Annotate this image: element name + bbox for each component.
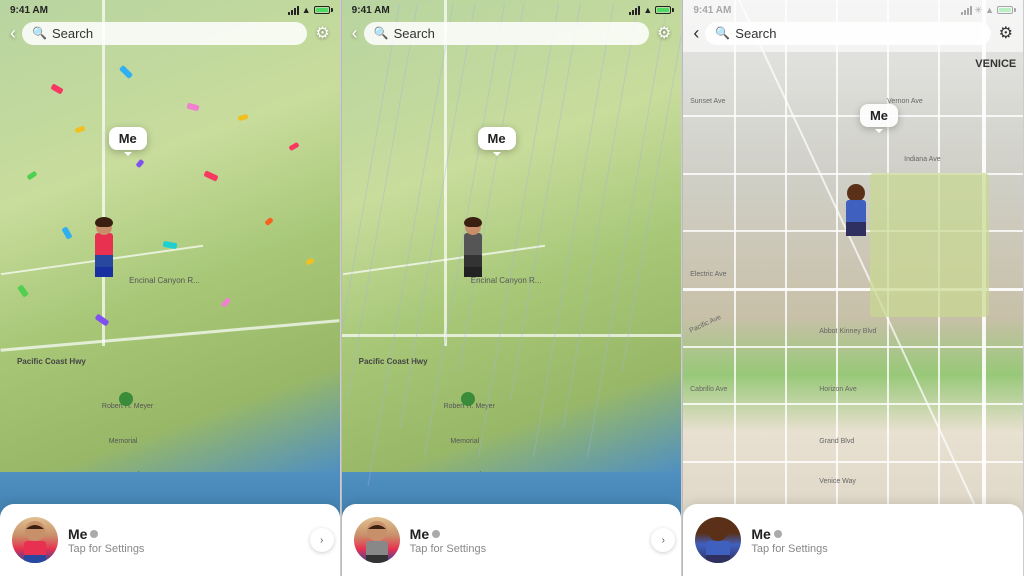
search-icon-1: 🔍: [32, 26, 47, 40]
map-avatar-1: [95, 219, 113, 277]
street-label-sunset: Sunset Ave: [690, 98, 725, 105]
map-3[interactable]: Sunset Ave Vernon Ave Indiana Ave Electr…: [683, 0, 1023, 576]
scroll-indicator-2[interactable]: ›: [651, 528, 675, 552]
park-label-5: Memorial: [450, 438, 479, 445]
back-button-2[interactable]: ‹: [352, 23, 358, 44]
avatar-3: [695, 517, 741, 563]
back-button-3[interactable]: ‹: [693, 23, 699, 44]
card-name-1: Me: [68, 526, 328, 542]
map-avatar-3: [846, 184, 866, 236]
header-2: ‹ 🔍 Search ⚙: [342, 0, 682, 52]
me-tooltip-2: Me: [478, 127, 516, 150]
search-text-3: Search: [735, 26, 776, 41]
road-label-3: Encinal Canyon R...: [471, 276, 542, 285]
bottom-card-1: Me Tap for Settings ›: [0, 504, 340, 576]
street-label-electric: Electric Ave: [690, 271, 726, 278]
card-info-2: Me Tap for Settings: [410, 526, 670, 555]
back-button-1[interactable]: ‹: [10, 23, 16, 44]
bottom-card-3: Me Tap for Settings: [683, 504, 1023, 576]
tree-2: [461, 392, 475, 406]
me-tooltip-1: Me: [109, 127, 147, 150]
verified-dot-2: [432, 530, 440, 538]
street-label-cabrillo: Cabrillo Ave: [690, 386, 727, 393]
verified-dot-1: [90, 530, 98, 538]
road-label-1: Encinal Canyon R...: [129, 276, 200, 285]
tree-1: [119, 392, 133, 406]
search-bar-3[interactable]: 🔍 Search: [705, 22, 990, 45]
street-label-grand: Grand Blvd: [819, 438, 854, 445]
card-info-3: Me Tap for Settings: [751, 526, 1011, 555]
card-name-2: Me: [410, 526, 670, 542]
search-icon-3: 🔍: [715, 26, 730, 40]
header-1: ‹ 🔍 Search ⚙: [0, 0, 340, 52]
street-label-abbot: Abbot Kinney Blvd: [819, 328, 876, 335]
street-label-indiana: Indiana Ave: [904, 156, 940, 163]
search-bar-1[interactable]: 🔍 Search: [22, 22, 307, 45]
street-label-pacific: Pacific Ave: [689, 314, 723, 335]
card-sub-3[interactable]: Tap for Settings: [751, 543, 1011, 555]
verified-dot-3: [774, 530, 782, 538]
card-sub-1[interactable]: Tap for Settings: [68, 543, 328, 555]
park-label-2: Memorial: [109, 438, 138, 445]
map-2[interactable]: Encinal Canyon R... Pacific Coast Hwy Ro…: [342, 0, 682, 576]
avatar-1: [12, 517, 58, 563]
road-label-2: Pacific Coast Hwy: [17, 357, 86, 366]
card-name-3: Me: [751, 526, 1011, 542]
map-avatar-2: [464, 219, 482, 277]
map-1[interactable]: Encinal Canyon R... Pacific Coast Hwy Ro…: [0, 0, 340, 576]
search-bar-2[interactable]: 🔍 Search: [364, 22, 649, 45]
settings-button-2[interactable]: ⚙: [657, 23, 671, 43]
park-area: [870, 173, 989, 317]
settings-button-3[interactable]: ⚙: [999, 23, 1013, 43]
street-label-venice: VENICE: [975, 58, 1016, 70]
avatar-2: [354, 517, 400, 563]
panel-3: 9:41 AM ✳ ▲ ‹ 🔍 Search ⚙: [683, 0, 1024, 576]
search-text-2: Search: [394, 26, 435, 41]
me-tooltip-3: Me: [860, 104, 898, 127]
panel-1: 9:41 AM ▲ ‹ 🔍 Search ⚙: [0, 0, 341, 576]
scroll-indicator-1[interactable]: ›: [310, 528, 334, 552]
panel-2: 9:41 AM ▲ ‹ 🔍 Search ⚙: [342, 0, 683, 576]
card-sub-2[interactable]: Tap for Settings: [410, 543, 670, 555]
street-label-venice-way: Venice Way: [819, 478, 856, 485]
card-info-1: Me Tap for Settings: [68, 526, 328, 555]
header-3: ‹ 🔍 Search ⚙: [683, 0, 1023, 52]
settings-button-1[interactable]: ⚙: [315, 23, 329, 43]
bottom-card-2: Me Tap for Settings ›: [342, 504, 682, 576]
road-label-4: Pacific Coast Hwy: [359, 357, 428, 366]
search-text-1: Search: [52, 26, 93, 41]
search-icon-2: 🔍: [374, 26, 389, 40]
street-label-horizon: Horizon Ave: [819, 386, 857, 393]
